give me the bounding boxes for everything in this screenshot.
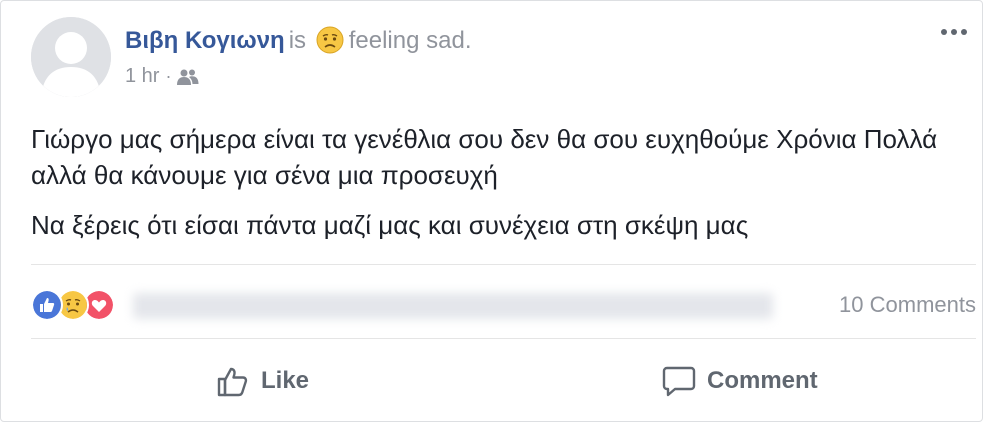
meta-separator: ·: [165, 66, 172, 86]
comment-label: Comment: [707, 367, 818, 394]
is-word: is: [288, 27, 307, 54]
post-header-line: Βιβη Κογιωνη is feeling sad.: [125, 25, 472, 56]
avatar[interactable]: [31, 17, 111, 97]
post-text: Γιώργο μας σήμερα είναι τα γενέθλια σου …: [31, 121, 961, 257]
like-label: Like: [261, 367, 310, 394]
friends-icon[interactable]: [177, 68, 199, 86]
like-button[interactable]: Like: [215, 361, 309, 401]
comment-button[interactable]: Comment: [661, 361, 818, 401]
more-options-icon[interactable]: [940, 27, 968, 37]
feeling-text[interactable]: feeling sad.: [349, 27, 472, 54]
comments-count[interactable]: 10 Comments: [839, 291, 976, 319]
divider: [31, 338, 976, 339]
default-avatar-icon: [31, 17, 111, 97]
author-name[interactable]: Βιβη Κογιωνη: [125, 27, 285, 54]
post-meta: 1 hr ·: [125, 65, 199, 88]
post-card: Βιβη Κογιωνη is feeling sad. 1 hr · Γιώργ…: [0, 0, 983, 422]
thumbs-up-icon: [217, 367, 248, 397]
like-reaction-icon: [31, 289, 63, 321]
blurred-reactor-names: [133, 293, 773, 319]
timestamp[interactable]: 1 hr: [125, 65, 159, 88]
post-paragraph-2: Να ξέρεις ότι είσαι πάντα μαζί μας και σ…: [31, 210, 749, 240]
sad-face-icon: [316, 26, 344, 54]
divider: [31, 264, 976, 265]
comment-bubble-icon: [662, 366, 696, 397]
post-paragraph-1: Γιώργο μας σήμερα είναι τα γενέθλια σου …: [31, 124, 938, 190]
reactions-summary[interactable]: [31, 289, 115, 321]
